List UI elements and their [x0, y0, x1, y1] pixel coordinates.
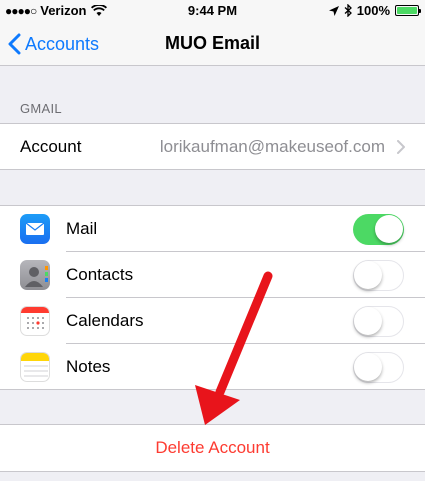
contacts-icon: [20, 260, 50, 290]
delete-account-button[interactable]: Delete Account: [0, 425, 425, 471]
service-row-mail: Mail: [0, 206, 425, 252]
account-group: Account lorikaufman@makeuseof.com: [0, 123, 425, 170]
chevron-right-icon: [397, 140, 405, 154]
service-label: Notes: [66, 357, 111, 376]
account-row[interactable]: Account lorikaufman@makeuseof.com: [0, 124, 425, 170]
mail-icon: [20, 214, 50, 244]
contacts-toggle[interactable]: [353, 260, 404, 291]
section-header-gmail: GMAIL: [20, 101, 62, 116]
services-group: Mail Contacts Calendars Notes: [0, 205, 425, 390]
navigation-bar: Accounts MUO Email: [0, 22, 425, 66]
calendars-toggle[interactable]: [353, 306, 404, 337]
battery-percent: 100%: [356, 3, 390, 18]
calendars-icon: [20, 306, 50, 336]
page-title: MUO Email: [164, 33, 261, 53]
service-row-calendars: Calendars: [0, 298, 425, 344]
battery-icon: [395, 5, 421, 16]
service-row-notes: Notes: [0, 344, 425, 390]
bluetooth-icon: [344, 4, 352, 17]
service-label: Mail: [66, 219, 98, 238]
service-row-contacts: Contacts: [0, 252, 425, 298]
account-label: Account: [20, 137, 82, 156]
location-icon: [328, 5, 339, 16]
service-label: Calendars: [66, 311, 144, 330]
account-email: lorikaufman@makeuseof.com: [159, 137, 385, 156]
notes-icon: [20, 352, 50, 382]
delete-group: Delete Account: [0, 424, 425, 472]
status-bar: ●●●●○ Verizon 9:44 PM 100%: [0, 0, 425, 22]
mail-toggle[interactable]: [353, 214, 404, 245]
service-label: Contacts: [66, 265, 134, 284]
delete-account-label: Delete Account: [155, 438, 270, 457]
status-right: 100%: [328, 3, 421, 18]
notes-toggle[interactable]: [353, 352, 404, 383]
